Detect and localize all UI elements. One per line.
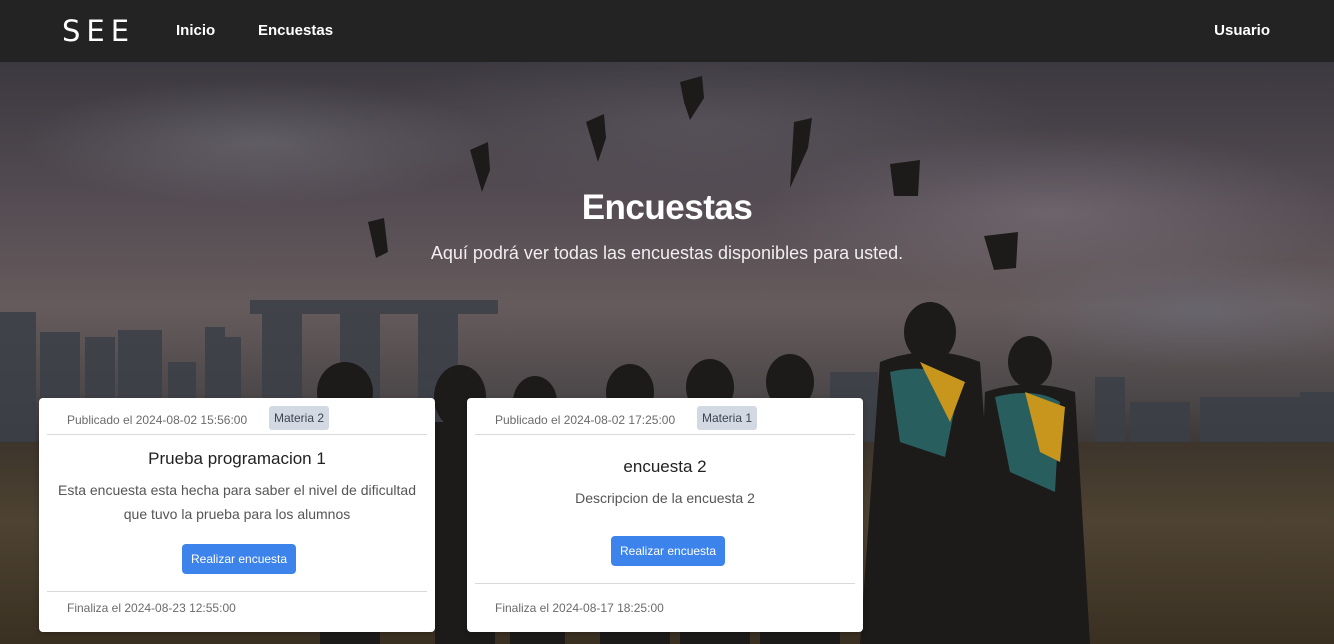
page-subtitle: Aquí podrá ver todas las encuestas dispo…: [430, 243, 904, 263]
page-title: Encuestas: [581, 188, 753, 227]
user-menu[interactable]: Usuario: [1214, 22, 1270, 39]
end-date: Finaliza el 2024-08-17 18:25:00: [495, 601, 664, 615]
nav-link-encuestas[interactable]: Encuestas: [258, 22, 333, 39]
survey-description-line: Esta encuesta esta hecha para saber el n…: [57, 482, 416, 498]
published-date: Publicado el 2024-08-02 15:56:00: [67, 413, 248, 427]
card-footer: Finaliza el 2024-08-23 12:55:00: [47, 591, 427, 615]
take-survey-button[interactable]: Realizar encuesta: [611, 536, 726, 566]
survey-title: encuesta 2: [623, 457, 707, 476]
card-header: Publicado el 2024-08-02 17:25:00 Materia…: [475, 398, 855, 435]
survey-card: Publicado el 2024-08-02 15:56:00 Materia…: [39, 398, 435, 632]
survey-title: Prueba programacion 1: [148, 449, 326, 468]
top-navbar: SEE Inicio Encuestas Usuario: [0, 0, 1334, 62]
card-footer: Finaliza el 2024-08-17 18:25:00: [475, 583, 855, 615]
end-date: Finaliza el 2024-08-23 12:55:00: [67, 601, 236, 615]
subject-badge: Materia 1: [697, 406, 758, 430]
survey-description: Esta encuesta esta hecha para saber el n…: [55, 478, 419, 526]
card-header: Publicado el 2024-08-02 15:56:00 Materia…: [47, 398, 427, 435]
take-survey-button[interactable]: Realizar encuesta: [182, 544, 297, 574]
survey-description: Descripcion de la encuesta 2: [483, 486, 847, 510]
survey-card: Publicado el 2024-08-02 17:25:00 Materia…: [467, 398, 863, 632]
published-date: Publicado el 2024-08-02 17:25:00: [495, 413, 676, 427]
survey-description-line: Descripcion de la encuesta 2: [575, 490, 755, 506]
subject-badge: Materia 2: [269, 406, 330, 430]
survey-description-line: que tuvo la prueba para los alumnos: [123, 506, 351, 522]
brand-logo[interactable]: SEE: [62, 14, 135, 48]
nav-link-inicio[interactable]: Inicio: [176, 22, 215, 39]
